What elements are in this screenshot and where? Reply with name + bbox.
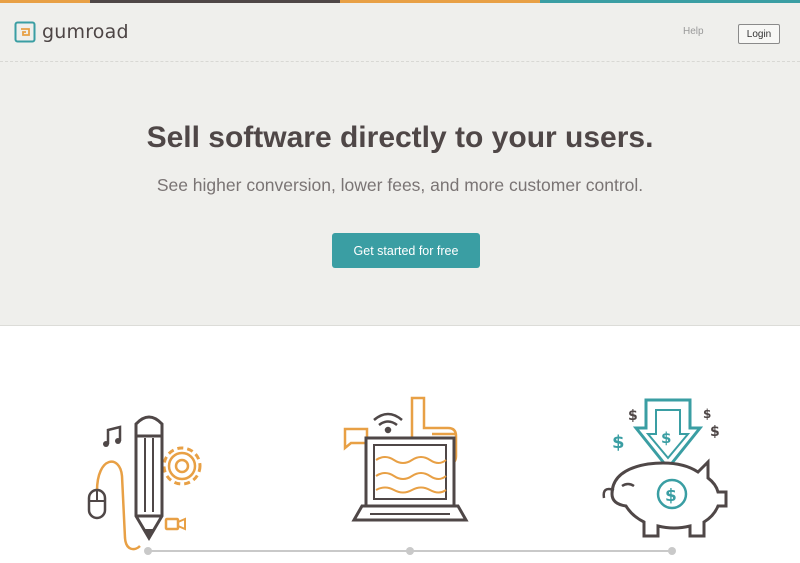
dollar-icon: $ [703,407,711,421]
fans-laptop-illustration [343,396,469,522]
piggy-bank-icon: $ [602,458,728,538]
get-started-button[interactable]: Get started for free [332,233,480,268]
hero-section: gumroad Help Login Sell software directl… [0,3,800,326]
dollar-icon: $ [665,486,677,506]
brand-name: gumroad [42,21,129,43]
piggy-bank-illustration: $ $ $ $ $ $ [602,398,728,538]
wifi-icon [373,412,403,434]
hero-title: Sell software directly to your users. [146,121,654,154]
music-note-icon [103,425,122,447]
chat-bubble-icon [343,427,369,451]
features-illustration: $ $ $ $ $ $ [87,396,728,555]
features-section: $ $ $ $ $ $ [0,326,800,563]
site-header: gumroad Help Login [0,3,800,62]
dollar-icon: $ [710,424,720,440]
down-arrow-icon: $ [632,398,704,471]
help-link[interactable]: Help [683,26,704,37]
timeline [144,547,676,555]
dollar-icon: $ [661,429,671,447]
login-button[interactable]: Login [738,24,780,44]
logo-icon [14,21,36,43]
hero-subtitle: See higher conversion, lower fees, and m… [156,175,644,195]
logo-link[interactable]: gumroad [14,21,129,43]
video-camera-icon [164,517,186,531]
laptop-icon [351,436,469,522]
dollar-icon: $ [612,432,625,453]
dollar-icon: $ [628,408,638,424]
mouse-icon [87,488,107,520]
pencil-icon [134,415,164,541]
gear-icon [162,446,202,486]
creator-tools-illustration [87,415,202,551]
